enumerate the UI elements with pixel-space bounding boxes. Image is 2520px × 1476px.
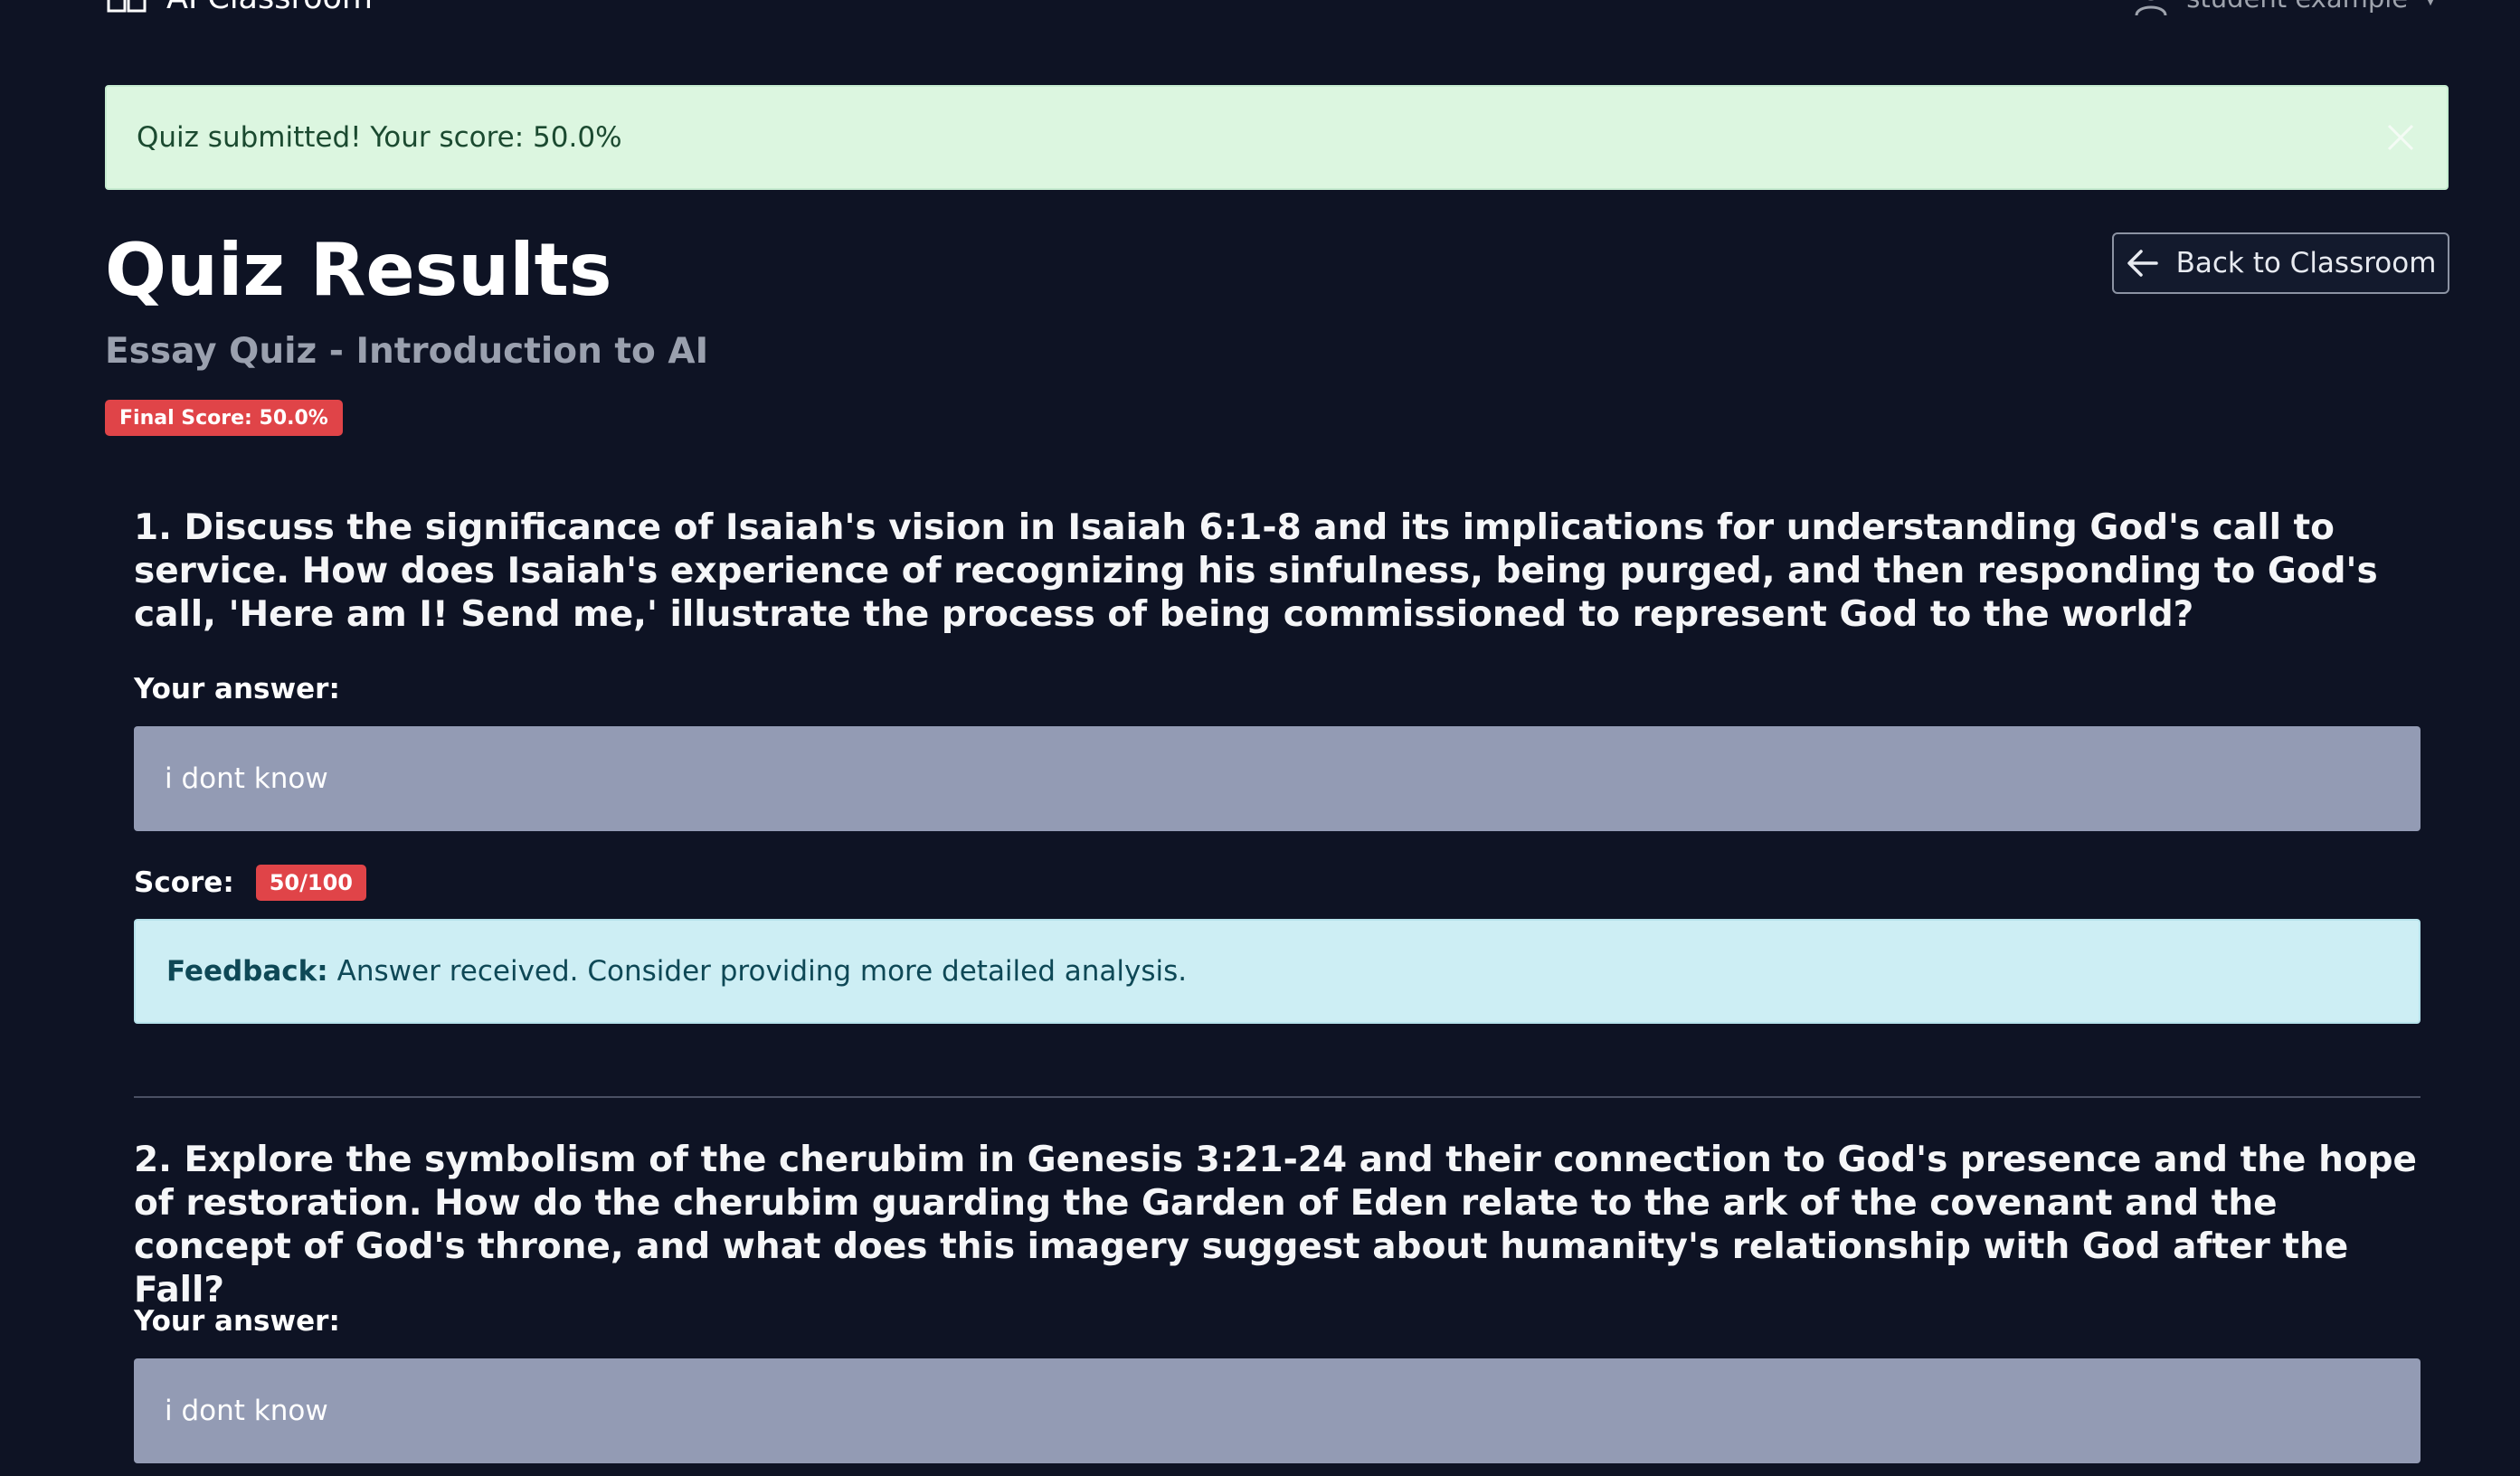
feedback-box: Feedback: Answer received. Consider prov… [134, 919, 2421, 1024]
user-icon [2135, 0, 2167, 16]
navbar: AI Classroom student example ▼ [0, 0, 2520, 36]
brand-name: AI Classroom [166, 0, 373, 16]
feedback-label: Feedback: [166, 955, 328, 988]
chevron-down-icon: ▼ [2424, 0, 2437, 8]
your-answer-label: Your answer: [134, 1305, 340, 1338]
answer-box: i dont know [134, 726, 2421, 831]
feedback-text: Answer received. Consider providing more… [336, 955, 1188, 988]
score-row: Score: 50/100 [134, 865, 366, 901]
quiz-subtitle: Essay Quiz - Introduction to AI [105, 331, 709, 372]
brand-link[interactable]: AI Classroom [105, 0, 373, 24]
user-name: student example [2186, 0, 2408, 14]
question-card: 2. Explore the symbolism of the cherubim… [134, 1139, 2421, 1476]
your-answer-label: Your answer: [134, 673, 340, 705]
back-to-classroom-button[interactable]: Back to Classroom [2112, 232, 2449, 294]
answer-text: i dont know [165, 1395, 328, 1427]
score-badge: 50/100 [255, 865, 366, 901]
back-button-label: Back to Classroom [2175, 247, 2437, 279]
score-label: Score: [134, 866, 234, 899]
answer-box: i dont know [134, 1358, 2421, 1463]
user-menu-dropdown[interactable]: student example ▼ [2132, 0, 2437, 24]
quiz-results-page: AI Classroom student example ▼ Quiz subm… [0, 0, 2520, 1476]
close-icon[interactable] [2385, 122, 2416, 153]
question-card: 1. Discuss the significance of Isaiah's … [134, 506, 2421, 1031]
answer-text: i dont know [165, 762, 328, 795]
question-divider [134, 1096, 2421, 1098]
success-alert: Quiz submitted! Your score: 50.0% [105, 85, 2449, 190]
question-text: 2. Explore the symbolism of the cherubim… [134, 1140, 2418, 1310]
final-score-badge: Final Score: 50.0% [105, 400, 343, 436]
alert-message: Quiz submitted! Your score: 50.0% [137, 121, 622, 154]
page-title: Quiz Results [105, 228, 612, 312]
open-book-icon [107, 0, 147, 13]
arrow-left-icon [2127, 250, 2158, 277]
question-text: 1. Discuss the significance of Isaiah's … [134, 507, 2378, 635]
